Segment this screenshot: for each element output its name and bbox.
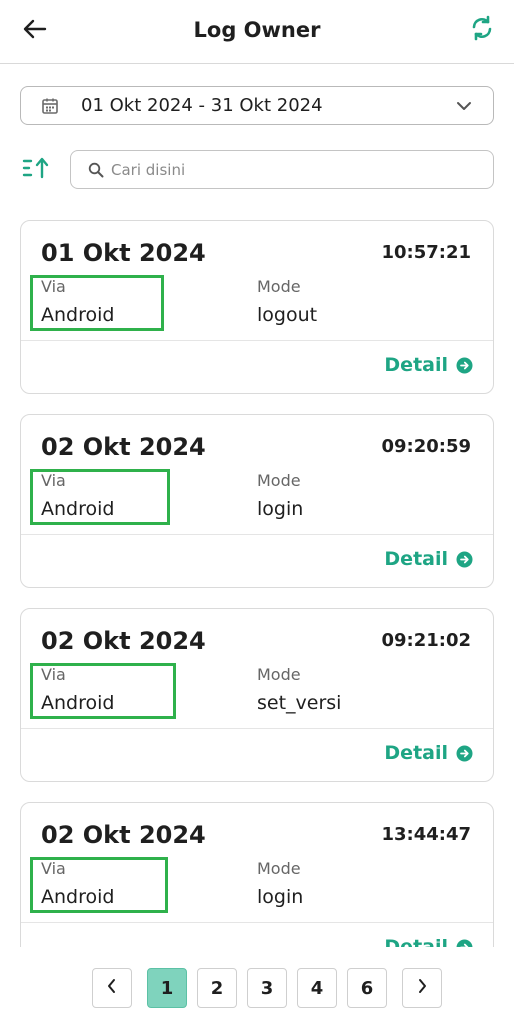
log-date: 01 Okt 2024: [41, 239, 206, 267]
mode-value: login: [257, 886, 304, 908]
mode-value: set_versi: [257, 692, 342, 714]
log-card: 02 Okt 2024 09:20:59 Via Android Mode lo…: [20, 414, 494, 588]
via-value: Android: [41, 304, 115, 326]
detail-button[interactable]: Detail: [384, 742, 473, 764]
log-time: 13:44:47: [381, 824, 471, 845]
mode-label: Mode: [257, 859, 301, 878]
card-divider: [21, 728, 493, 729]
log-time: 09:21:02: [381, 630, 471, 651]
mode-label: Mode: [257, 665, 301, 684]
card-divider: [21, 534, 493, 535]
chevron-right-icon: [416, 978, 428, 999]
mode-label: Mode: [257, 277, 301, 296]
log-card: 01 Okt 2024 10:57:21 Via Android Mode lo…: [20, 220, 494, 394]
card-divider: [21, 340, 493, 341]
log-date: 02 Okt 2024: [41, 627, 206, 655]
refresh-icon: [469, 15, 495, 45]
via-label: Via: [41, 859, 66, 878]
date-range-select[interactable]: 01 Okt 2024 - 31 Okt 2024: [20, 86, 494, 125]
pagination: 1 2 3 4 6: [0, 968, 514, 1008]
sort-ascending-icon: [22, 156, 50, 184]
app-header: Log Owner: [0, 0, 514, 64]
arrow-right-circle-icon: [456, 939, 473, 947]
detail-button[interactable]: Detail: [384, 354, 473, 376]
detail-button[interactable]: Detail: [384, 936, 473, 947]
search-input[interactable]: [111, 160, 471, 179]
page-button-2[interactable]: 2: [197, 968, 237, 1008]
page-button-1[interactable]: 1: [147, 968, 187, 1008]
mode-label: Mode: [257, 471, 301, 490]
page-button-4[interactable]: 4: [297, 968, 337, 1008]
log-time: 09:20:59: [381, 436, 471, 457]
mode-value: login: [257, 498, 304, 520]
log-list[interactable]: 01 Okt 2024 10:57:21 Via Android Mode lo…: [0, 205, 514, 947]
detail-label: Detail: [384, 936, 448, 947]
sort-button[interactable]: [20, 154, 52, 186]
prev-page-button[interactable]: [92, 968, 132, 1008]
detail-label: Detail: [384, 354, 448, 376]
chevron-left-icon: [106, 978, 118, 999]
log-date: 02 Okt 2024: [41, 433, 206, 461]
detail-button[interactable]: Detail: [384, 548, 473, 570]
detail-label: Detail: [384, 742, 448, 764]
via-value: Android: [41, 886, 115, 908]
search-field[interactable]: [70, 150, 494, 189]
card-divider: [21, 922, 493, 923]
log-time: 10:57:21: [381, 242, 471, 263]
page-button-6[interactable]: 6: [347, 968, 387, 1008]
log-card: 02 Okt 2024 09:21:02 Via Android Mode se…: [20, 608, 494, 782]
mode-value: logout: [257, 304, 318, 326]
page-button-3[interactable]: 3: [247, 968, 287, 1008]
search-icon: [87, 161, 105, 179]
arrow-right-circle-icon: [456, 551, 473, 568]
detail-label: Detail: [384, 548, 448, 570]
refresh-button[interactable]: [466, 14, 498, 46]
date-range-value: 01 Okt 2024 - 31 Okt 2024: [81, 95, 323, 116]
next-page-button[interactable]: [402, 968, 442, 1008]
via-label: Via: [41, 277, 66, 296]
log-card: 02 Okt 2024 13:44:47 Via Android Mode lo…: [20, 802, 494, 947]
via-value: Android: [41, 498, 115, 520]
arrow-right-circle-icon: [456, 745, 473, 762]
via-value: Android: [41, 692, 115, 714]
calendar-icon: [41, 97, 59, 115]
chevron-down-icon: [455, 97, 473, 119]
arrow-right-circle-icon: [456, 357, 473, 374]
via-label: Via: [41, 665, 66, 684]
log-date: 02 Okt 2024: [41, 821, 206, 849]
page-title: Log Owner: [193, 18, 321, 42]
via-label: Via: [41, 471, 66, 490]
